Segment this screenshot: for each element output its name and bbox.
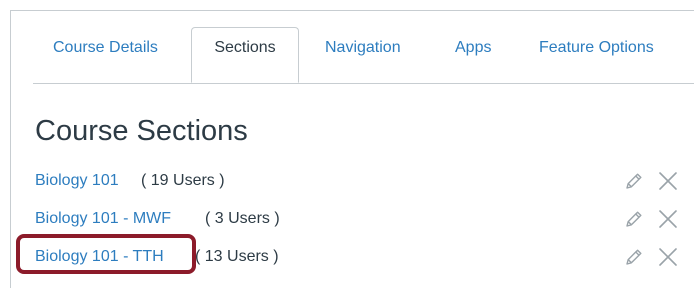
section-link[interactable]: Biology 101 — [35, 172, 119, 190]
highlight-box — [16, 234, 196, 274]
close-icon[interactable] — [657, 170, 679, 192]
section-user-count: ( 3 Users ) — [205, 210, 280, 227]
tab-course-details[interactable]: Course Details — [53, 39, 158, 57]
tab-feature-options[interactable]: Feature Options — [539, 39, 654, 57]
pencil-icon[interactable] — [623, 208, 645, 230]
tab-sections[interactable]: Sections — [191, 27, 299, 83]
pencil-icon[interactable] — [623, 170, 645, 192]
settings-tab-bar: Course Details Sections Navigation Apps … — [33, 27, 694, 84]
close-icon[interactable] — [657, 246, 679, 268]
section-user-count: ( 13 Users ) — [195, 248, 279, 265]
tab-apps[interactable]: Apps — [455, 39, 491, 57]
section-link[interactable]: Biology 101 - MWF — [35, 210, 171, 228]
close-icon[interactable] — [657, 208, 679, 230]
section-user-count: ( 19 Users ) — [141, 172, 225, 189]
section-row: Biology 101 ( 19 Users ) — [35, 166, 685, 196]
page-title: Course Sections — [35, 115, 248, 147]
tab-navigation[interactable]: Navigation — [325, 39, 401, 57]
pencil-icon[interactable] — [623, 246, 645, 268]
section-row: Biology 101 - MWF ( 3 Users ) — [35, 204, 685, 234]
